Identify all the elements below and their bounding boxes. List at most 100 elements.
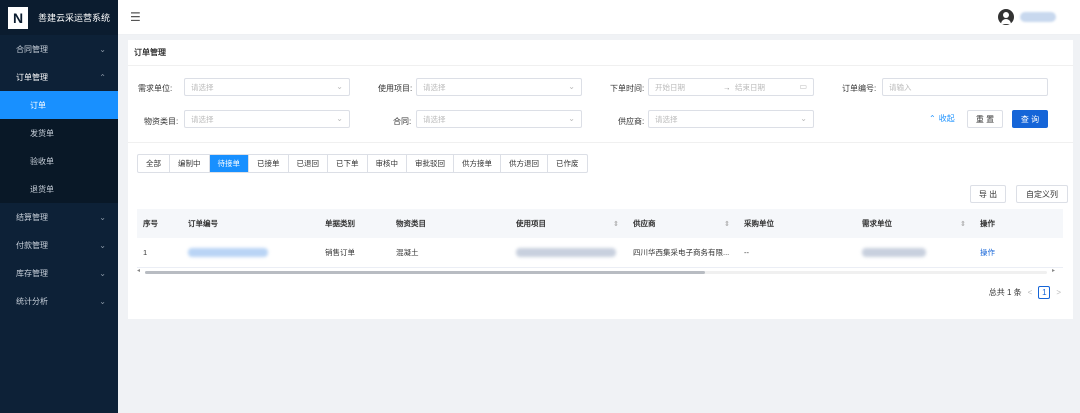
sort-icon[interactable]: ⇕: [960, 220, 966, 228]
custom-columns-button[interactable]: 自定义列: [1016, 185, 1068, 203]
contract-label: 合同:: [393, 117, 412, 126]
search-button[interactable]: 查 询: [1012, 110, 1048, 128]
project-label: 使用项目:: [378, 84, 413, 93]
sidebar-item-orders[interactable]: 订单管理 ⌃: [0, 63, 118, 91]
material-type-select[interactable]: 请选择 ⌄: [184, 110, 350, 128]
demand-unit-select[interactable]: 请选择 ⌄: [184, 78, 350, 96]
sidebar-item-label: 合同管理: [16, 44, 48, 54]
cell-material: 混凝土: [396, 248, 419, 257]
chevron-down-icon: ⌄: [336, 114, 343, 123]
collapse-toggle[interactable]: ⌃ 收起: [929, 113, 955, 124]
select-placeholder: 请选择: [423, 82, 446, 92]
collapse-label: 收起: [938, 114, 955, 123]
order-time-range[interactable]: 开始日期 → 结束日期 ▭: [648, 78, 814, 96]
horizontal-scrollbar[interactable]: ◂ ▸: [137, 267, 1055, 276]
supplier-label: 供应商:: [618, 117, 645, 126]
sidebar-item-label: 统计分析: [16, 296, 48, 306]
divider: [128, 142, 1073, 143]
chevron-down-icon: ⌄: [568, 114, 575, 123]
app-logo: N: [8, 6, 28, 29]
select-placeholder: 请选择: [655, 114, 678, 124]
tab-rejected[interactable]: 审批驳回: [407, 155, 454, 172]
tab-pending[interactable]: 待接单: [209, 155, 249, 172]
supplier-select[interactable]: 请选择 ⌄: [648, 110, 814, 128]
total-count: 总共 1 条: [988, 288, 1022, 297]
sidebar: N 善建云采运营系统 合同管理 ⌄ 订单管理 ⌃ 订单 发货单 验收单 退货单 …: [0, 0, 118, 413]
tab-ordered[interactable]: 已下单: [328, 155, 368, 172]
app-title: 善建云采运营系统: [38, 13, 111, 23]
orders-table: 序号 订单编号 单据类别 物资类目 使用项目 ⇕ 供应商 ⇕ 采购单位 需求单位…: [137, 209, 1063, 268]
tab-reviewing[interactable]: 审核中: [368, 155, 407, 172]
page-number[interactable]: 1: [1038, 286, 1051, 299]
col-demand-unit[interactable]: 需求单位 ⇕: [856, 209, 974, 238]
project-blurred: [516, 248, 616, 257]
chevron-down-icon: ⌄: [99, 296, 106, 306]
sort-icon[interactable]: ⇕: [724, 220, 730, 228]
demand-unit-label: 需求单位:: [138, 84, 173, 93]
tab-voided[interactable]: 已作废: [548, 155, 587, 172]
col-actions: 操作: [980, 219, 995, 228]
col-material: 物资类目: [396, 219, 426, 228]
tab-returned[interactable]: 已退回: [289, 155, 328, 172]
demand-unit-blurred: [862, 248, 926, 257]
sort-icon[interactable]: ⇕: [613, 220, 619, 228]
col-label: 使用项目: [516, 219, 546, 228]
next-page-icon[interactable]: >: [1056, 288, 1061, 297]
chevron-down-icon: ⌄: [800, 114, 807, 123]
sidebar-item-inventory[interactable]: 库存管理 ⌄: [0, 259, 118, 287]
cell-index: 1: [143, 248, 148, 257]
sidebar-subitem-acceptance[interactable]: 验收单: [0, 147, 118, 175]
col-label: 供应商: [633, 219, 656, 228]
project-select[interactable]: 请选择 ⌄: [416, 78, 582, 96]
chevron-down-icon: ⌄: [99, 268, 106, 278]
order-no-blurred[interactable]: [188, 248, 268, 257]
cell-project: [510, 238, 627, 267]
username-blurred: [1020, 12, 1056, 22]
page-title: 订单管理: [134, 48, 166, 57]
export-button[interactable]: 导 出: [970, 185, 1006, 203]
cell-supplier: 四川华西集采电子商务有限...: [633, 248, 730, 257]
order-no-input[interactable]: 请输入: [882, 78, 1048, 96]
sidebar-item-settlement[interactable]: 结算管理 ⌄: [0, 203, 118, 231]
chevron-down-icon: ⌄: [568, 82, 575, 91]
user-avatar-icon[interactable]: [998, 9, 1014, 25]
sidebar-subitem-order[interactable]: 订单: [0, 91, 118, 119]
order-time-label: 下单时间:: [610, 84, 645, 93]
chevron-down-icon: ⌄: [99, 212, 106, 222]
row-action-link[interactable]: 操作: [974, 238, 1063, 267]
col-project[interactable]: 使用项目 ⇕: [510, 209, 627, 238]
col-purchaser: 采购单位: [744, 219, 774, 228]
divider: [128, 65, 1073, 66]
tab-supplier-returned[interactable]: 供方退回: [501, 155, 548, 172]
sidebar-subitem-return[interactable]: 退货单: [0, 175, 118, 203]
col-index: 序号: [143, 219, 158, 228]
select-placeholder: 请选择: [191, 114, 214, 124]
cell-purchaser: --: [744, 248, 749, 257]
sidebar-item-contract[interactable]: 合同管理 ⌄: [0, 35, 118, 63]
chevron-down-icon: ⌄: [99, 240, 106, 250]
tab-accepted[interactable]: 已接单: [249, 155, 289, 172]
scroll-right-icon[interactable]: ▸: [1052, 267, 1055, 274]
date-start-placeholder: 开始日期: [655, 82, 685, 92]
input-placeholder: 请输入: [889, 82, 912, 92]
prev-page-icon[interactable]: <: [1028, 288, 1033, 297]
contract-select[interactable]: 请选择 ⌄: [416, 110, 582, 128]
select-placeholder: 请选择: [191, 82, 214, 92]
tab-all[interactable]: 全部: [138, 155, 170, 172]
scroll-left-icon[interactable]: ◂: [137, 267, 140, 274]
cell-order-no[interactable]: [182, 238, 319, 267]
scroll-thumb[interactable]: [145, 271, 705, 274]
user-menu[interactable]: [998, 9, 1056, 25]
sidebar-item-statistics[interactable]: 统计分析 ⌄: [0, 287, 118, 315]
reset-button[interactable]: 重 置: [967, 110, 1003, 128]
sidebar-subitem-shipment[interactable]: 发货单: [0, 119, 118, 147]
tab-drafting[interactable]: 编制中: [170, 155, 210, 172]
sidebar-item-payment[interactable]: 付款管理 ⌄: [0, 231, 118, 259]
hamburger-icon[interactable]: ☰: [130, 10, 141, 24]
col-supplier[interactable]: 供应商 ⇕: [627, 209, 738, 238]
table-row[interactable]: 1 销售订单 混凝土 四川华西集采电子商务有限... -- 操作: [137, 238, 1063, 268]
cell-demand-unit: [856, 238, 974, 267]
table-header: 序号 订单编号 单据类别 物资类目 使用项目 ⇕ 供应商 ⇕ 采购单位 需求单位…: [137, 209, 1063, 238]
tab-supplier-accepted[interactable]: 供方接单: [454, 155, 501, 172]
order-no-label: 订单编号:: [842, 84, 877, 93]
